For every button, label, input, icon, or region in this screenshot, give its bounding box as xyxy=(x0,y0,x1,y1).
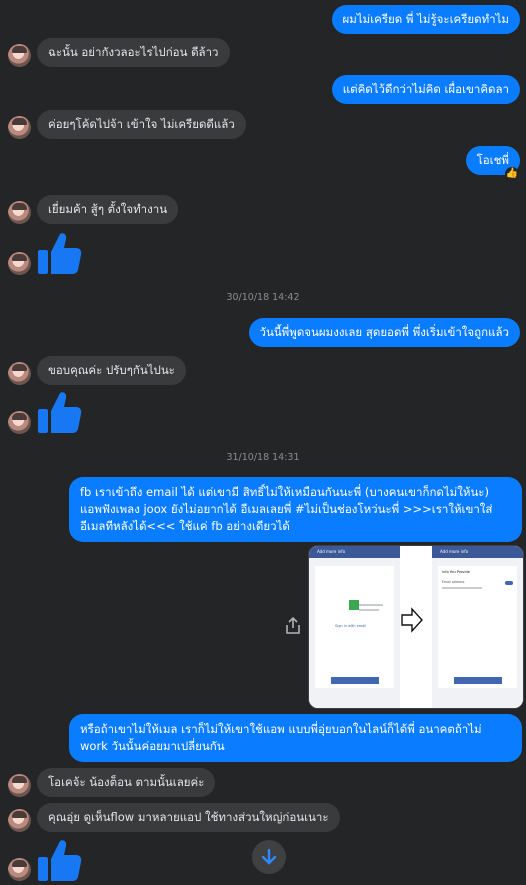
avatar[interactable] xyxy=(8,116,31,139)
incoming-message[interactable]: ฉะนั้น อย่ากังวลอะไรไปก่อน ดีล้าว xyxy=(37,38,230,67)
scroll-to-bottom-button[interactable] xyxy=(252,840,286,874)
outgoing-message[interactable]: แต่คิดไว้ดีกว่าไม่คิด เผื่อเขาคิดลา xyxy=(331,75,520,104)
outgoing-message[interactable]: ผมไม่เครียด พี่ ไม่รู้จะเครียดทำไม xyxy=(331,5,520,34)
screenshot-right-subtitle: Info You Provide xyxy=(442,570,470,574)
incoming-message[interactable]: โอเคจ้ะ น้องต็อน ตามนั้นเลยค่ะ xyxy=(37,768,216,797)
screenshot-right-card: Info You Provide Email address xyxy=(438,566,517,688)
like-thumb-icon[interactable] xyxy=(36,389,82,435)
incoming-message[interactable]: ค่อยๆโค้ดไปจ้า เข้าใจ ไม่เครียดดีแล้ว xyxy=(37,110,246,139)
thumbs-up-reaction-icon[interactable]: 👍 xyxy=(505,167,519,181)
avatar[interactable] xyxy=(8,252,31,275)
timestamp: 30/10/18 14:42 xyxy=(226,292,300,303)
toggle-switch xyxy=(505,581,513,585)
timestamp: 31/10/18 14:31 xyxy=(226,452,300,463)
image-attachment[interactable]: Add more info Sign in with email Add mor… xyxy=(308,545,524,709)
outgoing-message[interactable]: วันนี้พี่พูดจนผมงงเลย สุดยอดพี่ พึ่งเริ่… xyxy=(248,318,520,347)
app-logo xyxy=(349,600,359,610)
incoming-message[interactable]: คุณอุ่ย ดูเห็นflow มาหลายแอป ใช้ทางส่วนใ… xyxy=(37,803,340,832)
avatar[interactable] xyxy=(8,362,31,385)
like-thumb-icon[interactable] xyxy=(36,837,82,883)
like-thumb-icon[interactable] xyxy=(36,230,82,276)
incoming-message[interactable]: ขอบคุณค่ะ ปรับๆกันไปนะ xyxy=(37,356,186,385)
outgoing-message[interactable]: หรือถ้าเขาไม่ให้เมล เราก็ไม่ให้เขาใช้แอพ… xyxy=(69,714,522,762)
arrow-right-icon xyxy=(400,606,424,638)
avatar[interactable] xyxy=(8,809,31,832)
avatar[interactable] xyxy=(8,201,31,224)
screenshot-left-panel: Add more info Sign in with email xyxy=(309,546,400,708)
screenshot-right-title: Add more info xyxy=(432,546,523,558)
screenshot-left-text: Sign in with email xyxy=(335,624,367,628)
arrow-down-icon xyxy=(261,848,277,865)
avatar[interactable] xyxy=(8,44,31,67)
share-icon[interactable] xyxy=(285,617,301,635)
screenshot-right-panel: Add more info Info You Provide Email add… xyxy=(432,546,523,708)
screenshot-left-title: Add more info xyxy=(309,546,400,558)
avatar[interactable] xyxy=(8,411,31,434)
continue-button xyxy=(331,677,379,684)
outgoing-message[interactable]: fb เราเข้าถึง email ได้ แต่เขามี สิทธิ์ไ… xyxy=(69,477,522,542)
incoming-message[interactable]: เยี่ยมค้า สู้ๆ ตั้งใจทำงาน xyxy=(37,195,179,224)
avatar[interactable] xyxy=(8,774,31,797)
continue-button xyxy=(454,677,502,684)
screenshot-left-card: Sign in with email xyxy=(315,566,394,688)
screenshot-right-label: Email address xyxy=(442,580,465,584)
avatar[interactable] xyxy=(8,858,31,881)
